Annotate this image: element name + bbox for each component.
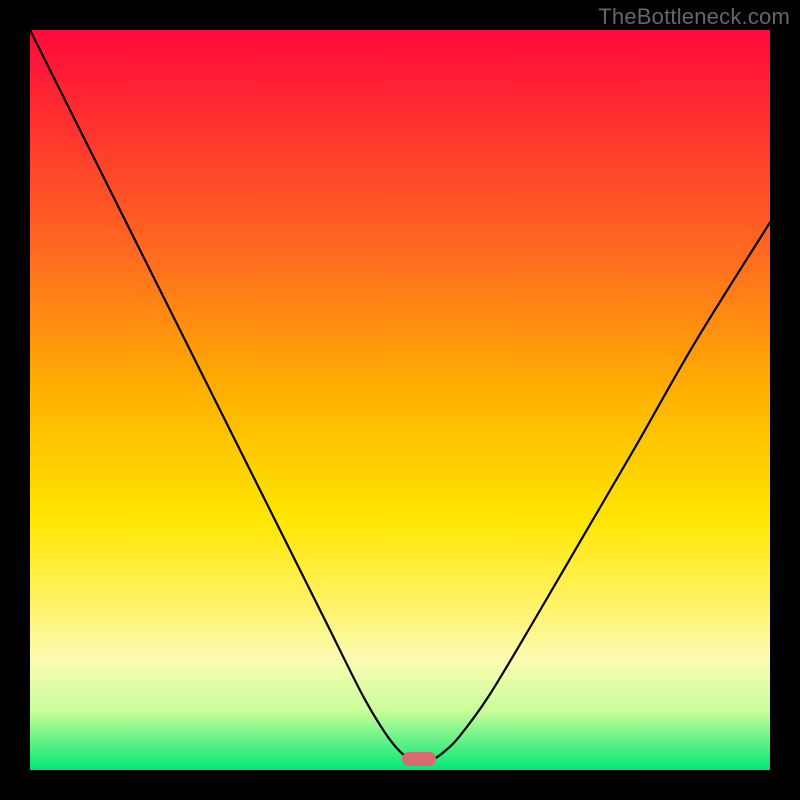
bottleneck-curve xyxy=(30,30,770,770)
chart-frame: TheBottleneck.com xyxy=(0,0,800,800)
trough-marker xyxy=(402,752,436,766)
plot-area xyxy=(30,30,770,770)
watermark-text: TheBottleneck.com xyxy=(598,4,790,30)
